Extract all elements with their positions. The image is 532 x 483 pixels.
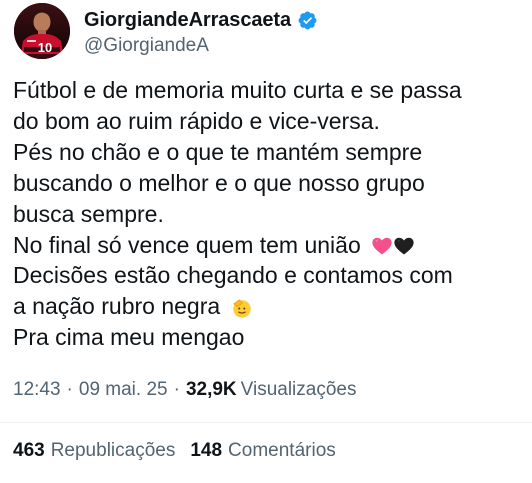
comments-count: 148 bbox=[190, 440, 223, 461]
tweet-line-text: buscando o melhor e o que nosso grupo bbox=[13, 169, 425, 196]
tweet-line-text: Pra cima meu mengao bbox=[13, 324, 245, 351]
tweet-line-text: No final só vence quem tem união bbox=[13, 231, 368, 258]
avatar[interactable]: 10 bbox=[14, 3, 70, 59]
tweet-line-text: a nação rubro negra bbox=[13, 293, 227, 320]
tweet-line-text: Fútbol e de memoria muito curta e se pas… bbox=[13, 77, 462, 103]
tweet-line: Fútbol e de memoria muito curta e se pas… bbox=[13, 75, 528, 106]
tweet-text: Fútbol e de memoria muito curta e se pas… bbox=[13, 75, 528, 353]
tweet-line: a nação rubro negra bbox=[13, 291, 528, 322]
tweet-line-text: Pés no chão e o que te mantém sempre bbox=[13, 138, 423, 165]
black-heart-emoji-icon bbox=[393, 234, 415, 256]
reposts-label: Republicações bbox=[50, 440, 176, 461]
tweet-line-text: Decisões estão chegando e contamos com bbox=[13, 262, 453, 289]
saluting-face-emoji-icon bbox=[231, 296, 253, 318]
tweet-meta: 12:43 · 09 mai. 25 · 32,9K Visualizações bbox=[13, 379, 356, 401]
author-handle[interactable]: @GiorgiandeA bbox=[84, 35, 209, 57]
views-count: 32,9K bbox=[185, 379, 237, 400]
profile-photo-icon: 10 bbox=[14, 3, 70, 59]
tweet-line: buscando o melhor e o que nosso grupo bbox=[13, 168, 528, 199]
meta-separator: · bbox=[66, 379, 73, 400]
tweet-card: 10 GiorgiandeArrascaeta @GiorgiandeA Fút… bbox=[0, 0, 532, 483]
comments-label: Comentários bbox=[228, 440, 336, 461]
tweet-date[interactable]: 09 mai. 25 bbox=[79, 379, 168, 401]
verified-badge-icon bbox=[297, 10, 318, 31]
tweet-line-text: do bom ao ruim rápido e vice-versa. bbox=[13, 107, 380, 134]
meta-separator: · bbox=[173, 379, 180, 400]
tweet-line: Decisões estão chegando e contamos com bbox=[13, 260, 528, 291]
comments-stat[interactable]: 148 Comentários bbox=[190, 440, 335, 462]
views-label: Visualizações bbox=[240, 379, 357, 400]
tweet-line: Pés no chão e o que te mantém sempre bbox=[13, 137, 528, 168]
tweet-line-text: busca sempre. bbox=[13, 200, 164, 227]
tweet-line: busca sempre. bbox=[13, 199, 528, 230]
tweet-line: Pra cima meu mengao bbox=[13, 322, 528, 353]
author-name-row: GiorgiandeArrascaeta bbox=[84, 8, 318, 32]
jersey-number: 10 bbox=[38, 40, 52, 55]
tweet-line: No final só vence quem tem união bbox=[13, 230, 528, 261]
reposts-stat[interactable]: 463 Republicações bbox=[13, 440, 175, 462]
pink-heart-emoji-icon bbox=[371, 234, 393, 256]
divider bbox=[0, 422, 532, 423]
author-display-name[interactable]: GiorgiandeArrascaeta bbox=[84, 9, 291, 32]
reposts-count: 463 bbox=[13, 440, 45, 461]
tweet-stats: 463 Republicações 148 Comentários bbox=[13, 440, 336, 462]
tweet-time[interactable]: 12:43 bbox=[13, 379, 61, 401]
tweet-line: do bom ao ruim rápido e vice-versa. bbox=[13, 106, 528, 137]
